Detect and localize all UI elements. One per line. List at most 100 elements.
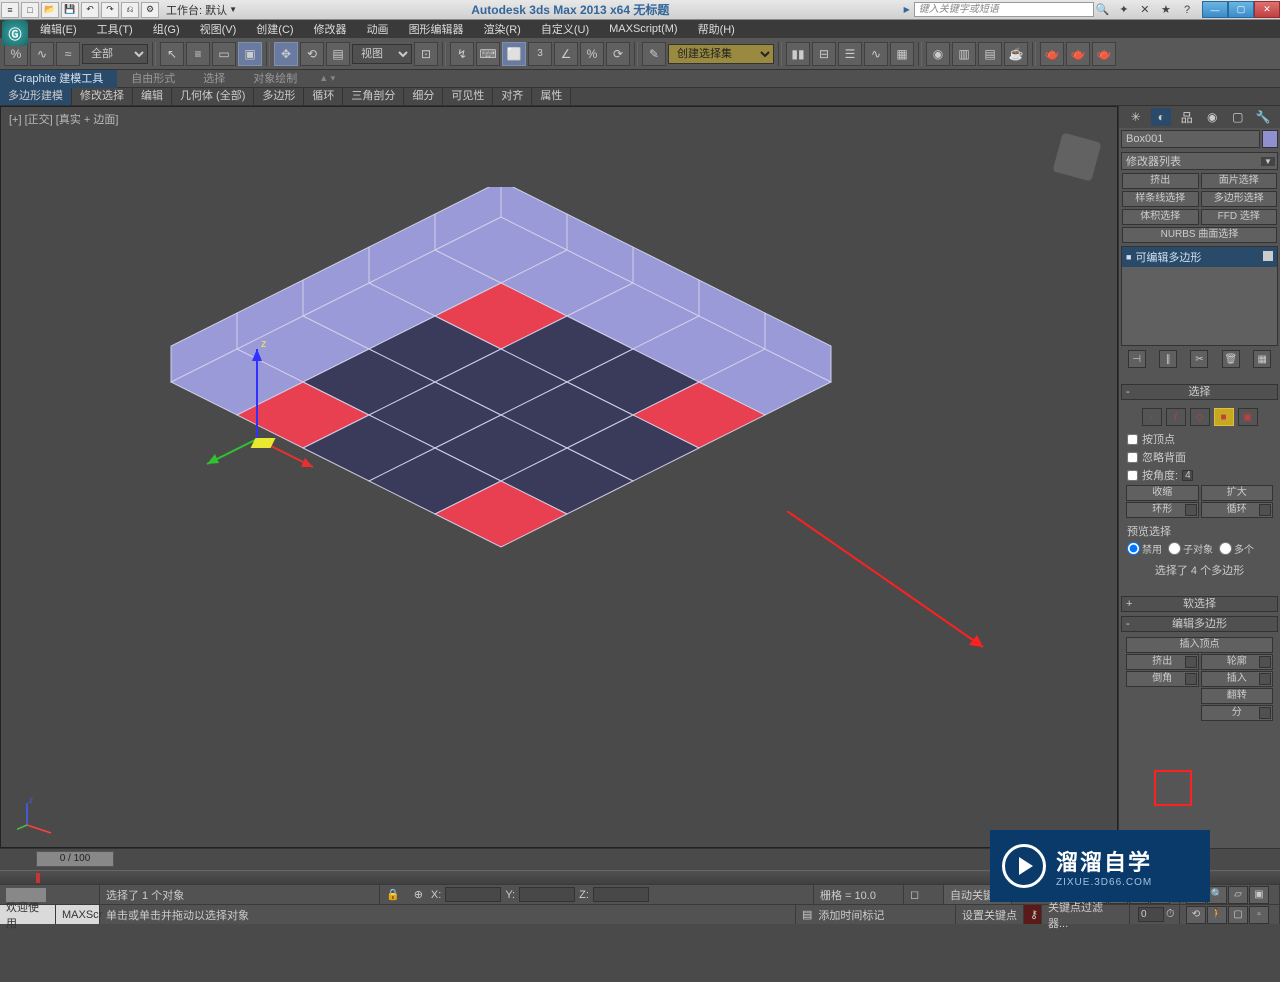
- modbtn-volsel[interactable]: 体积选择: [1122, 209, 1199, 225]
- time-slider[interactable]: 0 / 100: [36, 851, 114, 867]
- rollout-selection-head[interactable]: 选择: [1121, 384, 1278, 400]
- subtab-edit[interactable]: 编辑: [133, 88, 172, 105]
- infocenter-icon[interactable]: 🔍: [1095, 1, 1111, 17]
- qa-save-icon[interactable]: 💾: [61, 2, 79, 18]
- modifier-list-dropdown[interactable]: 修改器列表: [1121, 152, 1278, 170]
- bevel-opt-icon[interactable]: [1185, 673, 1197, 685]
- coord-y-input[interactable]: [519, 887, 575, 902]
- btn-bevel[interactable]: 倒角: [1126, 671, 1199, 687]
- btn-grow[interactable]: 扩大: [1201, 485, 1274, 501]
- favorites-icon[interactable]: ★: [1158, 1, 1174, 17]
- menu-help[interactable]: 帮助(H): [688, 21, 745, 37]
- render-icon[interactable]: ☕: [1004, 42, 1028, 66]
- select-object-icon[interactable]: ↖: [160, 42, 184, 66]
- menu-rendering[interactable]: 渲染(R): [474, 21, 531, 37]
- btn-ring[interactable]: 环形: [1126, 502, 1199, 518]
- schematic-icon[interactable]: ▦: [890, 42, 914, 66]
- maxscript-listener[interactable]: MAXScr: [56, 905, 100, 924]
- qa-menu-icon[interactable]: ≡: [1, 2, 19, 18]
- modbtn-nurbssel[interactable]: NURBS 曲面选择: [1122, 227, 1277, 243]
- mod-stack-toggle[interactable]: [1263, 251, 1273, 261]
- ref-coord-system[interactable]: 视图: [352, 44, 412, 64]
- percent-snap-icon[interactable]: %: [580, 42, 604, 66]
- rollout-editpoly-head[interactable]: 编辑多边形: [1121, 616, 1278, 632]
- unlink-icon[interactable]: ∿: [30, 42, 54, 66]
- subtab-geomall[interactable]: 几何体 (全部): [172, 88, 254, 105]
- move-icon[interactable]: ✥: [274, 42, 298, 66]
- ribbon-objectpaint[interactable]: 对象绘制: [239, 70, 311, 88]
- subtab-align[interactable]: 对齐: [493, 88, 532, 105]
- render-setup-icon[interactable]: ▥: [952, 42, 976, 66]
- modbtn-splinesel[interactable]: 样条线选择: [1122, 191, 1199, 207]
- radio-preview-multi[interactable]: [1219, 542, 1232, 555]
- make-unique-icon[interactable]: ✂: [1190, 350, 1208, 368]
- chk-byangle[interactable]: [1127, 470, 1138, 481]
- menu-grapheditors[interactable]: 图形编辑器: [399, 21, 474, 37]
- modify-panel-icon[interactable]: ◐: [1151, 108, 1171, 126]
- modifier-stack[interactable]: 可编辑多边形: [1121, 246, 1278, 346]
- subobj-element-icon[interactable]: ▣: [1238, 408, 1258, 426]
- coord-z-input[interactable]: [593, 887, 649, 902]
- pin-stack-icon[interactable]: ⊣: [1128, 350, 1146, 368]
- named-selection-set[interactable]: 创建选择集: [668, 44, 774, 64]
- workspace-label[interactable]: 工作台: 默认: [166, 2, 227, 18]
- nav-maximize-icon[interactable]: ▢: [1228, 906, 1248, 924]
- inset-opt-icon[interactable]: [1259, 673, 1271, 685]
- modbtn-patchsel[interactable]: 面片选择: [1201, 173, 1278, 189]
- timeconfig-icon[interactable]: ▤: [802, 908, 812, 921]
- modbtn-ffdsel[interactable]: FFD 选择: [1201, 209, 1278, 225]
- coord-x-input[interactable]: [445, 887, 501, 902]
- menu-edit[interactable]: 编辑(E): [30, 21, 87, 37]
- maximize-button[interactable]: ▢: [1228, 1, 1254, 18]
- radio-preview-off[interactable]: [1127, 542, 1140, 555]
- subobj-border-icon[interactable]: ◇: [1190, 408, 1210, 426]
- show-end-icon[interactable]: ∥: [1159, 350, 1177, 368]
- qa-settings-icon[interactable]: ⚙: [141, 2, 159, 18]
- teapot2-icon[interactable]: 🫖: [1066, 42, 1090, 66]
- qa-open-icon[interactable]: 📂: [41, 2, 59, 18]
- remove-mod-icon[interactable]: 🗑: [1222, 350, 1240, 368]
- btn-flip[interactable]: 翻转: [1201, 688, 1274, 704]
- object-color-swatch[interactable]: [1262, 130, 1278, 148]
- nav-zoom-icon[interactable]: 🔍: [1207, 886, 1227, 904]
- minimize-button[interactable]: —: [1202, 1, 1228, 18]
- menu-create[interactable]: 创建(C): [246, 21, 303, 37]
- subtab-loops[interactable]: 循环: [304, 88, 343, 105]
- keyframe-marker[interactable]: [36, 873, 40, 883]
- edit-named-sel-icon[interactable]: ✎: [642, 42, 666, 66]
- btn-loop[interactable]: 循环: [1201, 502, 1274, 518]
- configure-icon[interactable]: ▦: [1253, 350, 1271, 368]
- subtab-props[interactable]: 属性: [532, 88, 571, 105]
- chk-ignoreback[interactable]: [1127, 452, 1138, 463]
- subtab-polymodel[interactable]: 多边形建模: [0, 88, 72, 105]
- bind-icon[interactable]: ≈: [56, 42, 80, 66]
- selection-filter[interactable]: 全部: [82, 44, 148, 64]
- angle-spinner[interactable]: [1182, 470, 1193, 481]
- qa-redo-icon[interactable]: ↷: [101, 2, 119, 18]
- select-region-icon[interactable]: ▭: [212, 42, 236, 66]
- subtab-polygons[interactable]: 多边形: [254, 88, 304, 105]
- create-panel-icon[interactable]: ✳: [1126, 108, 1146, 126]
- curve-editor-icon[interactable]: ∿: [864, 42, 888, 66]
- scale-icon[interactable]: ▤: [326, 42, 350, 66]
- btn-shrink[interactable]: 收缩: [1126, 485, 1199, 501]
- spinner-snap-icon[interactable]: ⟳: [606, 42, 630, 66]
- display-panel-icon[interactable]: ▢: [1228, 108, 1248, 126]
- extrude-opt-icon[interactable]: [1185, 656, 1197, 668]
- menu-views[interactable]: 视图(V): [190, 21, 247, 37]
- ribbon-freeform[interactable]: 自由形式: [117, 70, 189, 88]
- nav-orbit-icon[interactable]: ⟲: [1186, 906, 1206, 924]
- modbtn-extrude[interactable]: 挤出: [1122, 173, 1199, 189]
- subtab-subdiv[interactable]: 细分: [404, 88, 443, 105]
- layer-icon[interactable]: ☰: [838, 42, 862, 66]
- search-input[interactable]: 键入关键字或短语: [914, 2, 1094, 17]
- ribbon-selection[interactable]: 选择: [189, 70, 239, 88]
- menu-tools[interactable]: 工具(T): [87, 21, 143, 37]
- angle-snap-icon[interactable]: ∠: [554, 42, 578, 66]
- addtimemark-button[interactable]: 添加时间标记: [818, 907, 884, 923]
- motion-panel-icon[interactable]: ◉: [1202, 108, 1222, 126]
- nav-walk-icon[interactable]: 🚶: [1207, 906, 1227, 924]
- ribbon-collapse-icon[interactable]: ▲ ▾: [319, 73, 335, 84]
- subtab-modsel[interactable]: 修改选择: [72, 88, 133, 105]
- modbtn-polysel[interactable]: 多边形选择: [1201, 191, 1278, 207]
